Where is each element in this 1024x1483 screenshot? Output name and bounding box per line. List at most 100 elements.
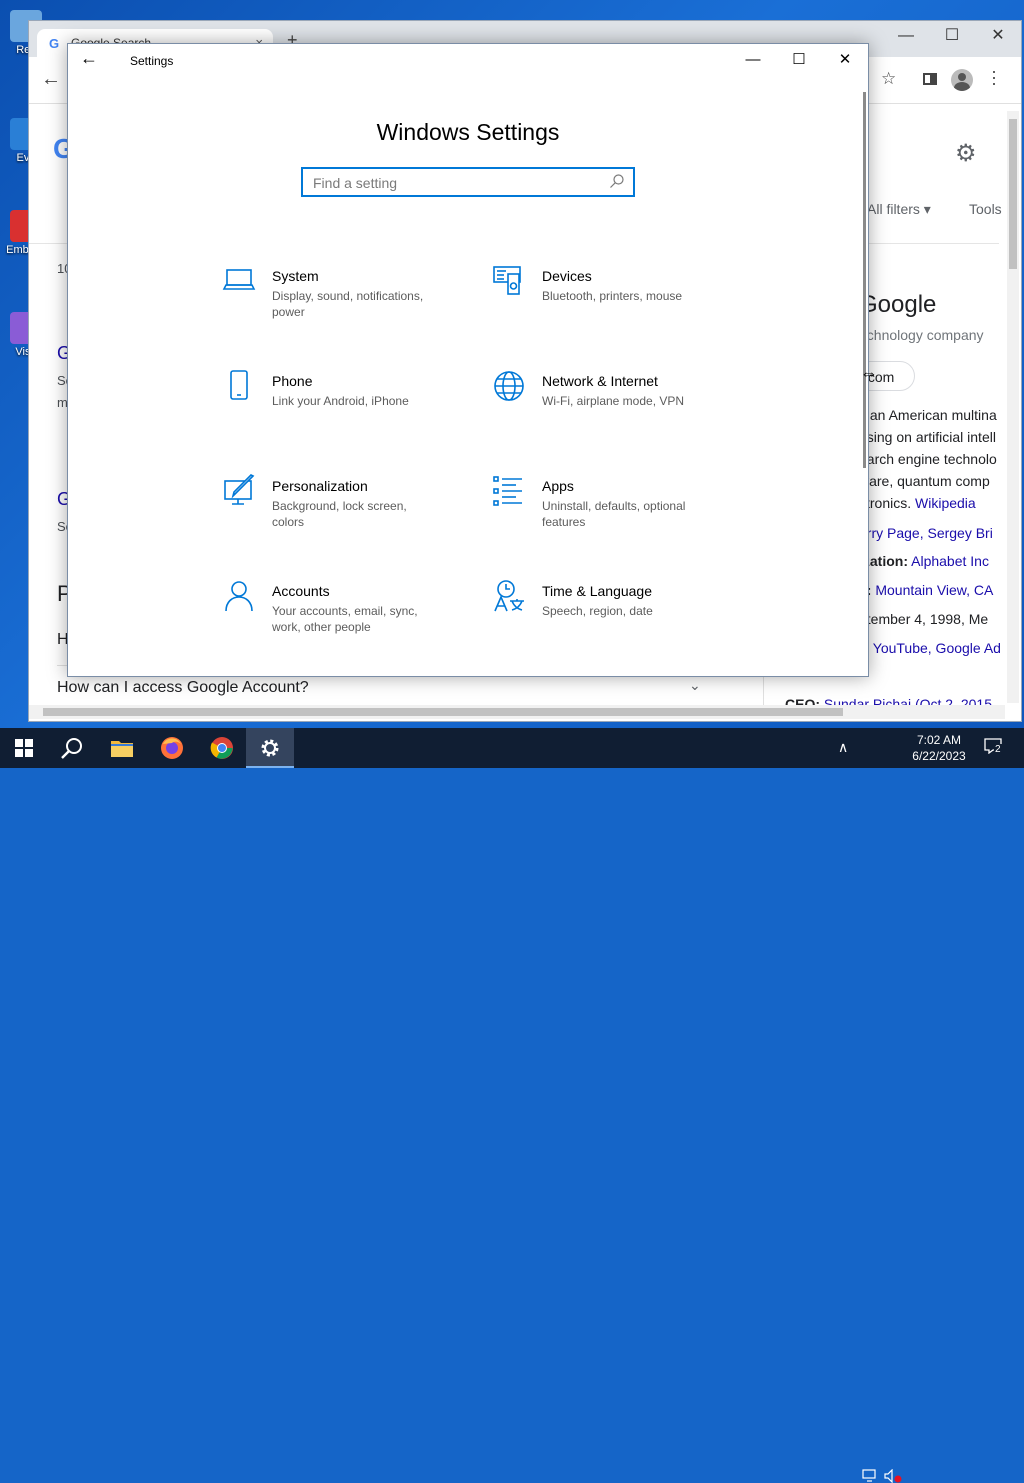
tile-name: Phone (272, 373, 313, 389)
chrome-minimize-button[interactable]: — (883, 21, 929, 53)
tile-name: Apps (542, 478, 574, 494)
find-setting-search[interactable] (301, 167, 635, 197)
settings-tile-time-language[interactable]: Time & Language Speech, region, date (492, 579, 742, 659)
kp-text: ware, quantum comp (859, 473, 990, 489)
search-settings-gear-icon[interactable]: ⚙ (955, 139, 977, 168)
tile-description: Link your Android, iPhone (272, 394, 409, 408)
tile-name: Time & Language (542, 583, 652, 599)
settings-titlebar: ← Settings — ☐ ✕ (68, 44, 868, 76)
chrome-maximize-button[interactable]: ☐ (929, 21, 975, 53)
tile-name: Accounts (272, 583, 330, 599)
tile-description: Display, sound, notifications, power (272, 289, 424, 319)
settings-tile-network-internet[interactable]: Network & Internet Wi-Fi, airplane mode,… (492, 369, 742, 449)
knowledge-panel-subtitle: echnology company (859, 327, 984, 343)
tile-name: System (272, 268, 319, 284)
settings-tile-phone[interactable]: Phone Link your Android, iPhone (222, 369, 472, 449)
kp-subsidiaries-line: r: YouTube, Google Ad (859, 640, 1001, 656)
knowledge-panel-title: Google (859, 291, 937, 318)
browser-back-icon[interactable]: ← (41, 68, 61, 91)
resize-cursor-icon: ⇔ (860, 363, 878, 383)
all-filters-button[interactable]: All filters ▾ (867, 201, 931, 218)
settings-window-controls: — ☐ ✕ (730, 44, 868, 76)
horizontal-scrollbar[interactable] (29, 705, 1005, 719)
settings-close-button[interactable]: ✕ (822, 44, 868, 76)
apps-list-icon (493, 476, 522, 506)
time-language-icon (494, 580, 524, 612)
scrollbar-thumb[interactable] (43, 708, 843, 716)
file-explorer-icon (111, 741, 133, 757)
kp-text: using on artificial intell (859, 429, 996, 445)
settings-tile-accounts[interactable]: Accounts Your accounts, email, sync, wor… (222, 579, 472, 659)
kp-parent-line: ization: Alphabet Inc (859, 553, 989, 569)
kp-description-line: using on artificial intell (859, 429, 996, 445)
settings-maximize-button[interactable]: ☐ (776, 44, 822, 76)
vertical-scrollbar[interactable] (1007, 111, 1019, 703)
tile-description: Speech, region, date (542, 604, 653, 618)
kp-description-line: ctronics. Wikipedia (859, 495, 976, 511)
settings-scrollbar[interactable] (863, 92, 866, 468)
kp-text: ptember 4, 1998, Me (859, 611, 989, 627)
taskbar-firefox[interactable] (148, 728, 196, 768)
network-icon[interactable] (862, 1469, 878, 1483)
globe-icon (494, 371, 524, 401)
search-icon (61, 738, 82, 759)
tile-name: Devices (542, 268, 592, 284)
taskbar-file-explorer[interactable] (98, 728, 146, 768)
taskbar-search-button[interactable] (48, 728, 96, 768)
chrome-icon (210, 737, 233, 759)
profile-avatar-icon[interactable] (951, 69, 973, 91)
kp-text: earch engine technolo (859, 451, 997, 467)
tray-overflow-icon[interactable]: ∧ (838, 739, 848, 756)
clock-date[interactable]: 6/22/2023 (908, 749, 970, 763)
settings-tile-devices[interactable]: Devices Bluetooth, printers, mouse (492, 264, 742, 344)
chrome-window-controls: — ☐ ✕ (883, 21, 1021, 53)
kp-founded-line: ptember 4, 1998, Me (859, 611, 988, 627)
taskbar-settings[interactable] (246, 728, 294, 768)
volume-muted-icon[interactable] (884, 1469, 902, 1483)
notification-center-button[interactable]: 2 (984, 738, 1004, 755)
start-button[interactable] (0, 728, 48, 768)
kp-text: s an American multina (859, 407, 997, 423)
firefox-icon (161, 737, 183, 759)
google-favicon-icon: G (49, 36, 60, 51)
laptop-icon (222, 269, 256, 290)
chrome-close-button[interactable]: ✕ (975, 21, 1021, 53)
search-icon (610, 174, 624, 188)
settings-tile-personalization[interactable]: Personalization Background, lock screen,… (222, 474, 472, 554)
tools-button[interactable]: Tools (969, 201, 1002, 217)
founders-link[interactable]: arry Page, Sergey Bri (859, 525, 993, 541)
parent-org-link[interactable]: Alphabet Inc (911, 553, 989, 569)
tile-name: Personalization (272, 478, 368, 494)
settings-tile-apps[interactable]: Apps Uninstall, defaults, optional featu… (492, 474, 742, 554)
clock-time[interactable]: 7:02 AM (908, 733, 970, 747)
page-title: Windows Settings (376, 119, 560, 146)
faq-question[interactable]: How can I access Google Account? (57, 679, 309, 697)
settings-back-button[interactable]: ← (80, 48, 98, 69)
settings-tile-system[interactable]: System Display, sound, notifications, po… (222, 264, 472, 344)
notification-count-badge: 2 (994, 744, 1002, 755)
chrome-menu-icon[interactable]: · · · (991, 62, 997, 92)
settings-minimize-button[interactable]: — (730, 44, 776, 76)
paint-icon (224, 474, 255, 505)
phone-icon (230, 370, 248, 400)
search-input[interactable] (311, 173, 605, 193)
scrollbar-thumb[interactable] (1009, 119, 1017, 269)
tile-description: Your accounts, email, sync, work, other … (272, 604, 418, 634)
chevron-down-icon[interactable]: ⌄ (689, 677, 701, 694)
person-icon (225, 581, 253, 612)
tile-description: Bluetooth, printers, mouse (542, 289, 683, 303)
headquarters-link[interactable]: Mountain View, CA (875, 582, 993, 598)
wikipedia-link[interactable]: Wikipedia (915, 495, 976, 511)
settings-window: ← Settings — ☐ ✕ Windows Settings System… (67, 43, 869, 677)
kp-description-line: ware, quantum comp (859, 473, 990, 489)
tile-description: Uninstall, defaults, optional features (542, 499, 686, 529)
windows-logo-icon (15, 739, 33, 757)
side-panel-icon[interactable] (923, 73, 937, 85)
taskbar: ∧ 7:02 AM 6/22/2023 2 (0, 728, 1024, 1483)
tile-description: Wi-Fi, airplane mode, VPN (542, 394, 685, 408)
settings-gear-icon (261, 739, 279, 757)
bookmark-star-icon[interactable]: ☆ (881, 69, 896, 89)
settings-window-title: Settings (130, 54, 174, 68)
subsidiaries-link[interactable]: YouTube, Google Ad (873, 640, 1001, 656)
taskbar-chrome[interactable] (198, 728, 246, 768)
